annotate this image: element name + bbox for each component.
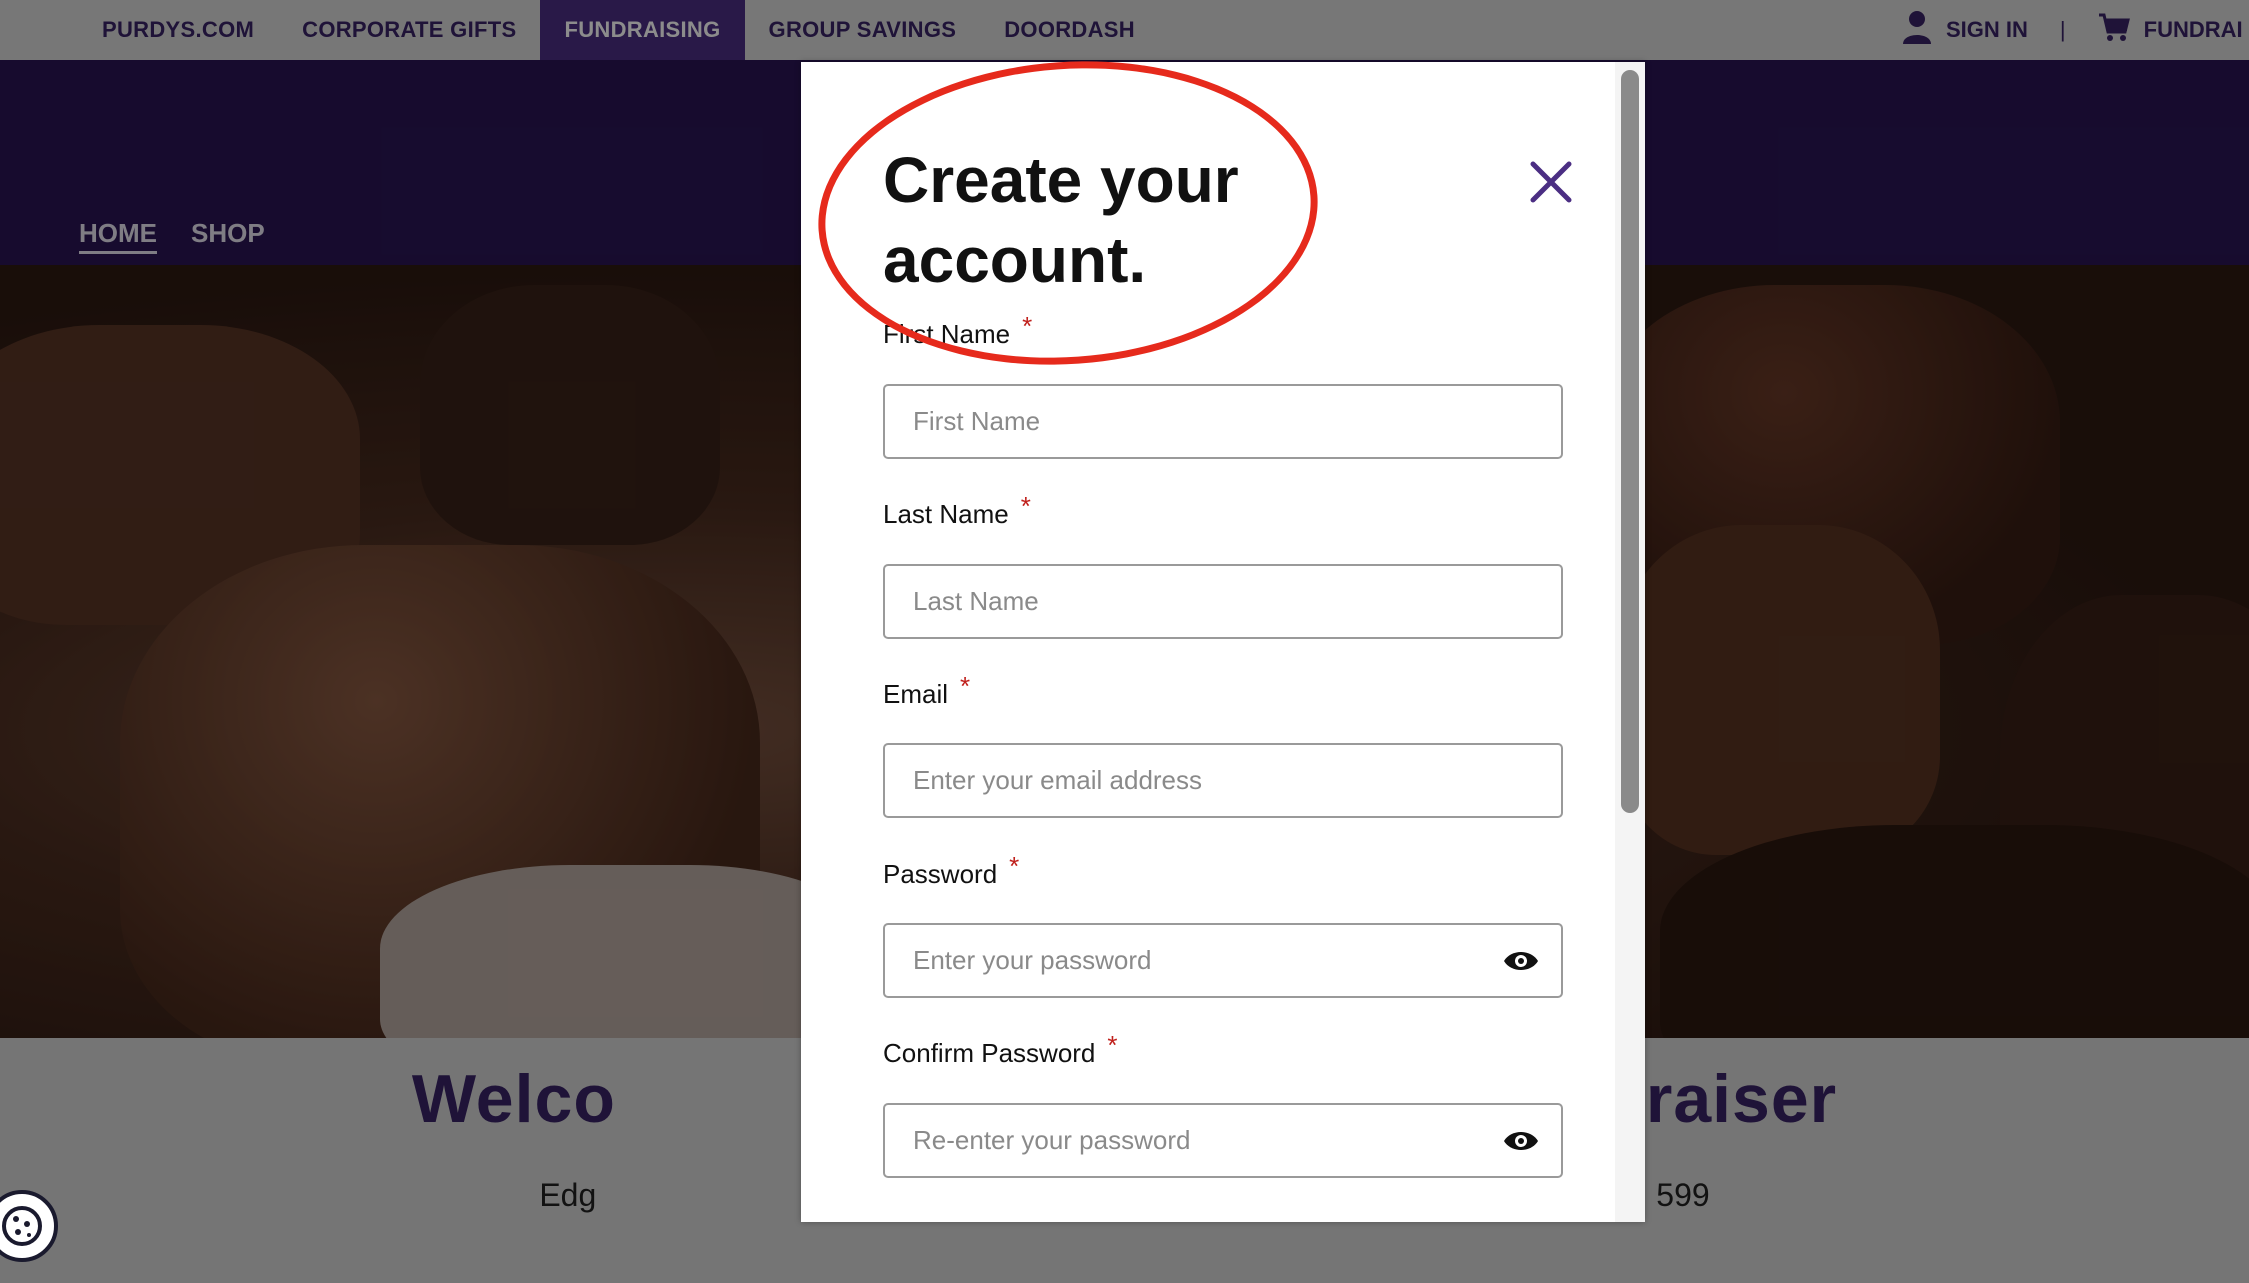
- password-input[interactable]: [883, 923, 1563, 998]
- cookie-icon: [2, 1206, 42, 1246]
- show-confirm-password-toggle[interactable]: [1501, 1127, 1541, 1155]
- first-name-label-text: First Name: [883, 319, 1011, 349]
- password-label: Password *: [883, 851, 1019, 890]
- eye-icon: [1504, 952, 1538, 970]
- email-input[interactable]: [883, 743, 1563, 818]
- create-account-modal: Create your account. First Name * Last N…: [801, 62, 1645, 1222]
- first-name-input[interactable]: [883, 384, 1563, 459]
- eye-icon: [1504, 1132, 1538, 1150]
- modal-scrollbar[interactable]: [1615, 62, 1645, 1222]
- confirm-password-label: Confirm Password *: [883, 1030, 1118, 1069]
- last-name-input[interactable]: [883, 564, 1563, 639]
- required-asterisk: *: [1020, 491, 1031, 521]
- required-asterisk: *: [1022, 311, 1033, 341]
- first-name-label: First Name *: [883, 311, 1032, 350]
- required-asterisk: *: [1107, 1030, 1118, 1060]
- confirm-password-label-text: Confirm Password: [883, 1038, 1096, 1068]
- last-name-label: Last Name *: [883, 491, 1031, 530]
- modal-scrollbar-thumb[interactable]: [1621, 70, 1639, 813]
- email-label-text: Email: [883, 679, 949, 709]
- show-password-toggle[interactable]: [1501, 947, 1541, 975]
- required-asterisk: *: [960, 671, 971, 701]
- close-button[interactable]: [1521, 152, 1581, 212]
- close-icon: [1530, 161, 1572, 203]
- password-label-text: Password: [883, 859, 998, 889]
- modal-title: Create your account.: [883, 144, 1239, 296]
- email-label: Email *: [883, 671, 970, 710]
- required-asterisk: *: [1009, 851, 1020, 881]
- last-name-label-text: Last Name: [883, 499, 1009, 529]
- confirm-password-input[interactable]: [883, 1103, 1563, 1178]
